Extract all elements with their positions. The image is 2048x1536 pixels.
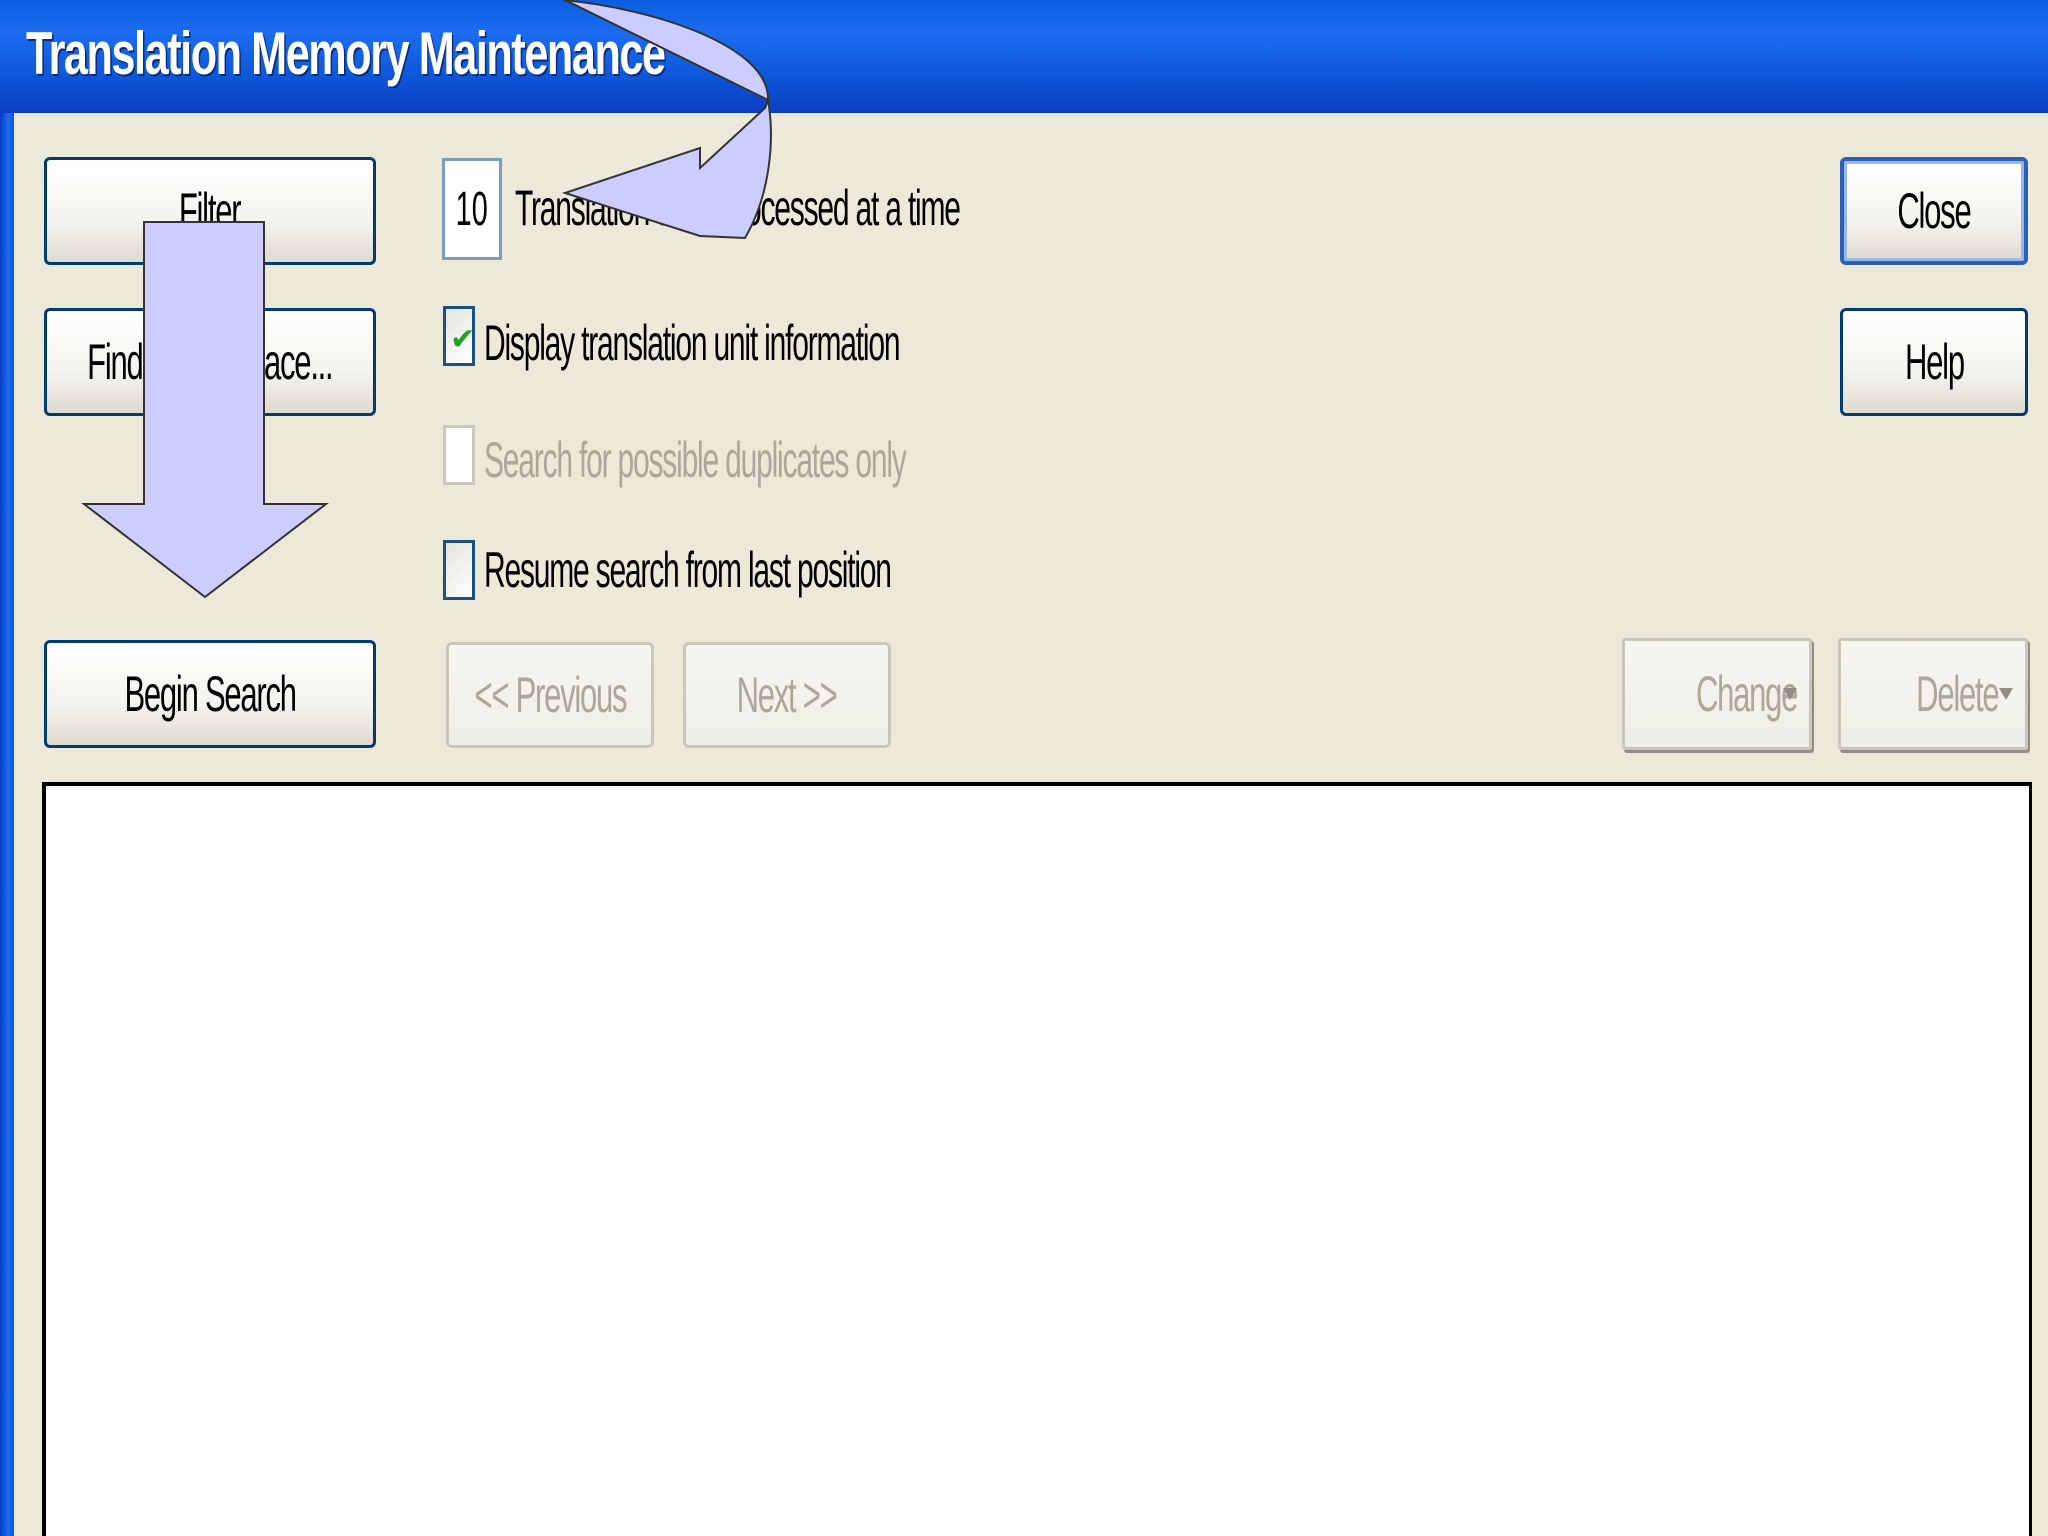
resume-search-label: Resume search from last position	[484, 542, 892, 598]
checkmark-icon: ✔	[450, 323, 476, 356]
change-split-button[interactable]: Change	[1622, 638, 1812, 750]
next-button[interactable]: Next >>	[683, 642, 891, 748]
duplicates-only-label: Search for possible duplicates only	[484, 432, 907, 488]
filter-button[interactable]: Filter	[44, 157, 376, 265]
begin-search-button-label: Begin Search	[124, 666, 296, 722]
begin-search-button[interactable]: Begin Search	[44, 640, 376, 748]
display-tu-info-label: Display translation unit information	[484, 315, 901, 371]
duplicates-only-checkbox[interactable]	[443, 425, 475, 485]
close-button-label: Close	[1897, 183, 1971, 239]
close-button[interactable]: Close	[1840, 157, 2028, 265]
delete-split-button[interactable]: Delete	[1838, 638, 2028, 750]
tu-count-label: Translation units processed at a time	[515, 180, 961, 236]
next-button-label: Next >>	[737, 667, 838, 723]
display-tu-info-checkbox[interactable]: ✔	[443, 306, 475, 366]
window-left-border	[0, 113, 14, 1536]
translation-memory-maintenance-window: Translation Memory Maintenance Filter Fi…	[0, 0, 2048, 1536]
find-replace-button-label: Find and Replace...	[87, 334, 334, 390]
help-button-label: Help	[1904, 334, 1965, 390]
delete-button-label: Delete	[1916, 666, 1999, 722]
tu-count-field[interactable]: 10	[442, 158, 502, 260]
title-bar[interactable]: Translation Memory Maintenance	[0, 0, 2048, 113]
previous-button-label: << Previous	[474, 667, 627, 723]
chevron-down-icon[interactable]	[1783, 688, 1797, 700]
chevron-down-icon[interactable]	[1999, 688, 2013, 700]
change-button-label: Change	[1695, 666, 1798, 722]
tu-count-value: 10	[455, 182, 489, 236]
results-list[interactable]	[42, 782, 2032, 1536]
find-replace-button[interactable]: Find and Replace...	[44, 308, 376, 416]
previous-button[interactable]: << Previous	[446, 642, 654, 748]
window-title: Translation Memory Maintenance	[26, 20, 666, 87]
resume-search-checkbox[interactable]	[443, 540, 475, 600]
help-button[interactable]: Help	[1840, 308, 2028, 416]
filter-button-label: Filter	[179, 183, 242, 239]
